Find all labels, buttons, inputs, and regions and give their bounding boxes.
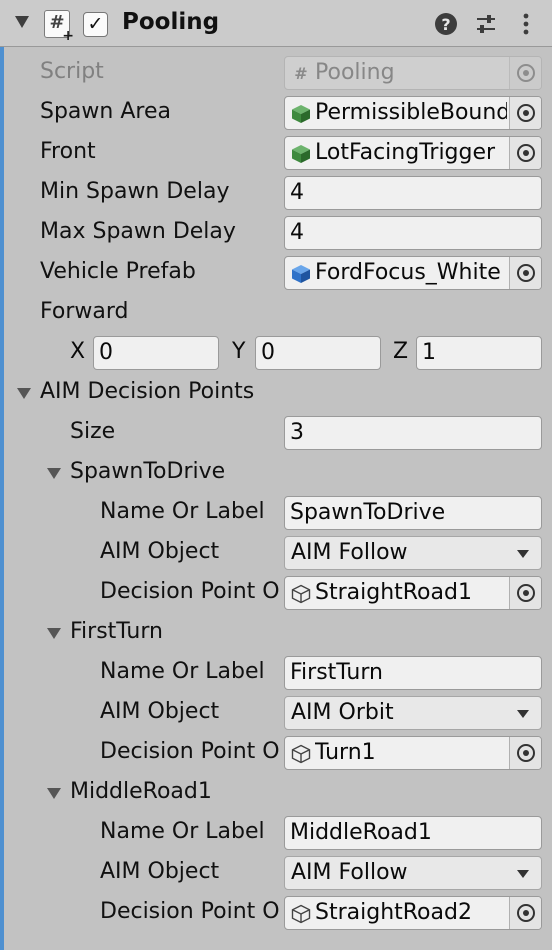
aim-object-dropdown[interactable]: AIM Follow xyxy=(284,856,542,890)
name-or-label-row: Name Or Label MiddleRoad1 xyxy=(0,813,552,853)
gameobject-icon xyxy=(292,105,310,123)
decision-point-label: Decision Point O xyxy=(100,579,280,604)
decision-point-label: Decision Point O xyxy=(100,899,280,924)
element-foldout[interactable]: FirstTurn xyxy=(0,613,552,653)
script-file-icon: # xyxy=(294,64,308,83)
element-title: FirstTurn xyxy=(70,619,163,644)
front-label: Front xyxy=(40,139,96,164)
aim-object-dropdown[interactable]: AIM Follow xyxy=(284,536,542,570)
object-picker-icon[interactable] xyxy=(509,257,541,289)
forward-y-label[interactable]: Y xyxy=(232,339,245,364)
decision-point-row: Decision Point O StraightRoad1 xyxy=(0,573,552,613)
min-spawn-delay-input[interactable]: 4 xyxy=(284,176,542,210)
prefab-icon xyxy=(292,265,310,283)
preset-icon[interactable] xyxy=(474,12,498,36)
svg-text:?: ? xyxy=(441,15,450,34)
dropdown-arrow-icon xyxy=(517,710,529,718)
forward-vector-row: X 0 Y 0 Z 1 xyxy=(0,333,552,373)
decision-point-row: Decision Point O Turn1 xyxy=(0,733,552,773)
aim-object-label: AIM Object xyxy=(100,539,220,564)
gameobject-outline-icon xyxy=(291,584,311,604)
max-spawn-delay-row: Max Spawn Delay 4 xyxy=(0,213,552,253)
name-or-label-label: Name Or Label xyxy=(100,659,265,684)
object-picker-icon xyxy=(509,57,541,89)
name-or-label-input[interactable]: FirstTurn xyxy=(284,656,542,690)
element-foldout[interactable]: SpawnToDrive xyxy=(0,453,552,493)
forward-x-input[interactable]: 0 xyxy=(93,336,219,370)
script-icon: # + xyxy=(44,10,74,43)
gameobject-outline-icon xyxy=(291,904,311,924)
help-icon[interactable]: ? xyxy=(434,12,458,36)
vehicle-prefab-field[interactable]: FordFocus_White xyxy=(284,256,542,290)
aim-object-row: AIM Object AIM Follow xyxy=(0,533,552,573)
component-header: # + ✓ Pooling ? xyxy=(0,0,552,47)
aim-size-label: Size xyxy=(70,419,116,444)
min-spawn-delay-label: Min Spawn Delay xyxy=(40,179,230,204)
forward-y-input[interactable]: 0 xyxy=(255,336,381,370)
vehicle-prefab-label: Vehicle Prefab xyxy=(40,259,196,284)
aim-decision-points-foldout[interactable]: AIM Decision Points xyxy=(0,373,552,413)
element-foldout[interactable]: MiddleRoad1 xyxy=(0,773,552,813)
dropdown-arrow-icon xyxy=(517,870,529,878)
spawn-area-row: Spawn Area PermissibleBounds xyxy=(0,93,552,133)
object-picker-icon[interactable] xyxy=(509,137,541,169)
aim-object-dropdown[interactable]: AIM Orbit xyxy=(284,696,542,730)
forward-row: Forward xyxy=(0,293,552,333)
foldout-arrow-icon[interactable] xyxy=(15,16,29,28)
front-field[interactable]: LotFacingTrigger xyxy=(284,136,542,170)
object-picker-icon[interactable] xyxy=(509,97,541,129)
component-title: Pooling xyxy=(122,9,220,35)
forward-z-input[interactable]: 1 xyxy=(416,336,542,370)
object-picker-icon[interactable] xyxy=(509,577,541,609)
aim-object-label: AIM Object xyxy=(100,859,220,884)
max-spawn-delay-label: Max Spawn Delay xyxy=(40,219,236,244)
gameobject-outline-icon xyxy=(291,744,311,764)
aim-object-row: AIM Object AIM Orbit xyxy=(0,693,552,733)
forward-label: Forward xyxy=(40,299,129,324)
min-spawn-delay-row: Min Spawn Delay 4 xyxy=(0,173,552,213)
gameobject-icon xyxy=(292,145,310,163)
decision-point-field[interactable]: StraightRoad2 xyxy=(284,896,542,930)
decision-point-field[interactable]: StraightRoad1 xyxy=(284,576,542,610)
aim-size-row: Size 3 xyxy=(0,413,552,453)
dropdown-arrow-icon xyxy=(517,550,529,558)
object-picker-icon[interactable] xyxy=(509,737,541,769)
name-or-label-label: Name Or Label xyxy=(100,499,265,524)
vehicle-prefab-row: Vehicle Prefab FordFocus_White xyxy=(0,253,552,293)
forward-z-label[interactable]: Z xyxy=(393,339,408,364)
name-or-label-label: Name Or Label xyxy=(100,819,265,844)
max-spawn-delay-input[interactable]: 4 xyxy=(284,216,542,250)
foldout-expanded-icon[interactable] xyxy=(17,388,31,399)
name-or-label-row: Name Or Label SpawnToDrive xyxy=(0,493,552,533)
element-title: SpawnToDrive xyxy=(70,459,226,484)
front-row: Front LotFacingTrigger xyxy=(0,133,552,173)
element-title: MiddleRoad1 xyxy=(70,779,212,804)
forward-x-label[interactable]: X xyxy=(70,339,85,364)
foldout-expanded-icon[interactable] xyxy=(47,628,61,639)
script-field: # Pooling xyxy=(284,56,542,90)
foldout-expanded-icon[interactable] xyxy=(47,788,61,799)
decision-point-label: Decision Point O xyxy=(100,739,280,764)
object-picker-icon[interactable] xyxy=(509,897,541,929)
decision-point-field[interactable]: Turn1 xyxy=(284,736,542,770)
name-or-label-input[interactable]: SpawnToDrive xyxy=(284,496,542,530)
spawn-area-label: Spawn Area xyxy=(40,99,171,124)
aim-decision-points-label: AIM Decision Points xyxy=(40,379,255,404)
foldout-expanded-icon[interactable] xyxy=(47,468,61,479)
component-enabled-checkbox[interactable]: ✓ xyxy=(83,12,108,37)
script-label: Script xyxy=(40,59,104,84)
spawn-area-field[interactable]: PermissibleBounds xyxy=(284,96,542,130)
aim-size-input[interactable]: 3 xyxy=(284,416,542,450)
name-or-label-input[interactable]: MiddleRoad1 xyxy=(284,816,542,850)
aim-object-row: AIM Object AIM Follow xyxy=(0,853,552,893)
decision-point-row: Decision Point O StraightRoad2 xyxy=(0,893,552,933)
name-or-label-row: Name Or Label FirstTurn xyxy=(0,653,552,693)
kebab-menu-icon[interactable] xyxy=(514,12,538,36)
script-row: Script # Pooling xyxy=(0,53,552,93)
aim-object-label: AIM Object xyxy=(100,699,220,724)
